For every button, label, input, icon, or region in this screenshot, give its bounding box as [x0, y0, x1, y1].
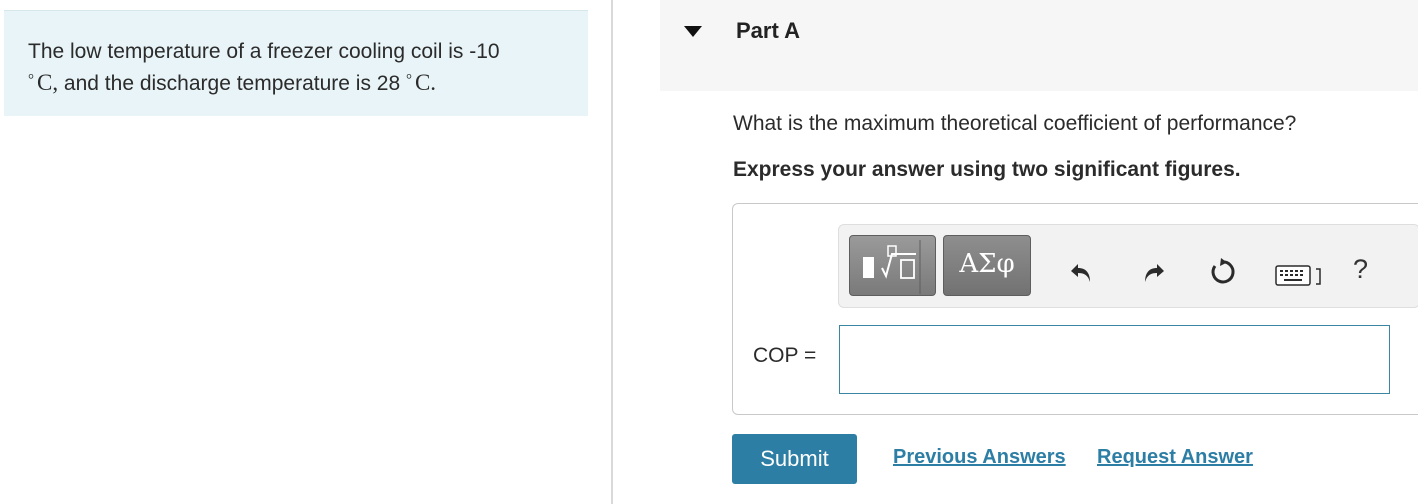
reset-button[interactable]: [1207, 257, 1237, 287]
page: The low temperature of a freezer cooling…: [0, 0, 1418, 504]
undo-button[interactable]: [1068, 258, 1096, 286]
symbols-button[interactable]: ΑΣφ: [943, 235, 1031, 296]
celsius-unit: C.: [414, 70, 437, 95]
part-title: Part A: [736, 18, 800, 43]
problem-line-1: The low temperature of a freezer cooling…: [28, 40, 500, 63]
redo-icon: [1145, 264, 1164, 282]
reset-icon: [1211, 258, 1235, 284]
keyboard-icon: [1275, 265, 1321, 286]
column-divider: [611, 0, 613, 504]
problem-statement: The low temperature of a freezer cooling…: [4, 10, 588, 116]
part-header: [660, 0, 1418, 91]
answer-variable-label: COP =: [753, 344, 817, 367]
redo-button[interactable]: [1139, 258, 1167, 286]
question-text: What is the maximum theoretical coeffici…: [733, 112, 1297, 135]
celsius-unit: C,: [37, 70, 59, 95]
submit-button[interactable]: Submit: [732, 434, 857, 484]
degree-symbol: °: [405, 72, 412, 88]
answer-input[interactable]: [839, 325, 1390, 394]
previous-answers-link[interactable]: Previous Answers: [893, 446, 1066, 469]
templates-icon: [863, 240, 921, 294]
keyboard-button[interactable]: [1275, 263, 1327, 287]
instruction-text: Express your answer using two significan…: [733, 158, 1241, 181]
collapse-caret-icon[interactable]: [684, 26, 702, 37]
undo-icon: [1071, 264, 1090, 282]
problem-line-2-text: and the discharge temperature is 28: [58, 72, 406, 95]
degree-symbol: °: [28, 72, 34, 88]
problem-line-2: ° C, and the discharge temperature is 28 …: [28, 66, 588, 98]
templates-button[interactable]: [849, 235, 936, 296]
help-button[interactable]: ?: [1353, 254, 1368, 285]
request-answer-link[interactable]: Request Answer: [1097, 446, 1253, 469]
